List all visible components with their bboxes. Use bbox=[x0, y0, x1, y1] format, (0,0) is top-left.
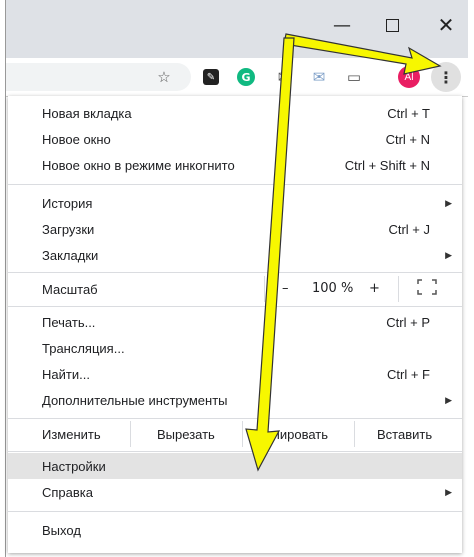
menu-shortcut: Ctrl + N bbox=[385, 131, 430, 147]
submenu-arrow-icon: ▶ bbox=[445, 197, 452, 208]
zoom-in-button[interactable]: + bbox=[369, 281, 380, 296]
chrome-main-menu: Новая вкладка Ctrl + T Новое окно Ctrl +… bbox=[8, 96, 462, 553]
edit-divider bbox=[242, 421, 243, 447]
menu-item-label: Закладки bbox=[42, 247, 99, 263]
menu-item-print[interactable]: Печать... Ctrl + P bbox=[8, 309, 462, 335]
title-bar: — ✕ bbox=[6, 0, 468, 58]
menu-shortcut: Ctrl + P bbox=[386, 314, 430, 330]
menu-shortcut: Ctrl + T bbox=[387, 105, 430, 121]
fullscreen-icon[interactable] bbox=[417, 279, 437, 295]
menu-item-zoom: Масштаб bbox=[8, 276, 462, 302]
menu-item-settings[interactable]: Настройки bbox=[8, 453, 462, 479]
divider bbox=[8, 418, 462, 419]
zoom-divider bbox=[398, 276, 399, 302]
zoom-divider bbox=[264, 276, 265, 302]
divider bbox=[8, 272, 462, 273]
menu-shortcut: Ctrl + Shift + N bbox=[344, 157, 430, 173]
menu-item-label: Трансляция... bbox=[42, 340, 125, 356]
menu-item-label: Масштаб bbox=[42, 281, 98, 297]
menu-item-find[interactable]: Найти... Ctrl + F bbox=[8, 361, 462, 387]
copy-button[interactable]: Копировать bbox=[258, 427, 328, 442]
menu-item-cast[interactable]: Трансляция... bbox=[8, 335, 462, 361]
menu-item-label: Настройки bbox=[42, 458, 106, 474]
menu-item-label: История bbox=[42, 195, 93, 211]
menu-item-more-tools[interactable]: Дополнительные инструменты ▶ bbox=[8, 387, 462, 413]
mail-icon[interactable]: ✉ bbox=[274, 67, 294, 87]
menu-item-label: Дополнительные инструменты bbox=[42, 392, 228, 408]
browser-toolbar: ☆ ✎ G ✉ ✉ ▭ Al ⋮ bbox=[6, 58, 468, 97]
maximize-button[interactable] bbox=[372, 10, 412, 40]
menu-item-incognito[interactable]: Новое окно в режиме инкогнито Ctrl + Shi… bbox=[8, 152, 462, 178]
menu-item-label: Изменить bbox=[42, 426, 101, 442]
menu-item-downloads[interactable]: Загрузки Ctrl + J bbox=[8, 216, 462, 242]
kebab-menu-icon[interactable]: ⋮ bbox=[431, 62, 461, 92]
submenu-arrow-icon: ▶ bbox=[445, 394, 452, 405]
menu-shortcut: Ctrl + F bbox=[387, 366, 430, 382]
minimize-button[interactable]: — bbox=[322, 10, 362, 40]
paste-button[interactable]: Вставить bbox=[377, 427, 432, 442]
menu-item-label: Новое окно bbox=[42, 131, 111, 147]
zoom-level: 100 % bbox=[312, 281, 354, 296]
avatar[interactable]: Al bbox=[398, 66, 420, 88]
menu-item-bookmarks[interactable]: Закладки ▶ bbox=[8, 242, 462, 268]
menu-item-label: Загрузки bbox=[42, 221, 95, 237]
grammarly-icon[interactable]: G bbox=[236, 67, 256, 87]
menu-item-label: Справка bbox=[42, 484, 93, 500]
edit-divider bbox=[130, 421, 131, 447]
menu-item-history[interactable]: История ▶ bbox=[8, 190, 462, 216]
divider bbox=[8, 451, 462, 452]
menu-item-new-window[interactable]: Новое окно Ctrl + N bbox=[8, 126, 462, 152]
edit-divider bbox=[354, 421, 355, 447]
divider bbox=[8, 184, 462, 185]
maximize-icon bbox=[385, 18, 399, 32]
submenu-arrow-icon: ▶ bbox=[445, 249, 452, 260]
address-bar[interactable]: ☆ bbox=[6, 63, 191, 91]
menu-shortcut: Ctrl + J bbox=[388, 221, 430, 237]
divider bbox=[8, 511, 462, 512]
star-icon[interactable]: ☆ bbox=[154, 67, 174, 87]
submenu-arrow-icon: ▶ bbox=[445, 486, 452, 497]
menu-item-help[interactable]: Справка ▶ bbox=[8, 479, 462, 505]
envelope-icon[interactable]: ✉ bbox=[309, 67, 329, 87]
menu-item-label: Печать... bbox=[42, 314, 96, 330]
menu-item-label: Выход bbox=[42, 522, 81, 538]
menu-item-exit[interactable]: Выход bbox=[8, 517, 462, 543]
reader-icon[interactable]: ▭ bbox=[344, 67, 364, 87]
extension-ink-icon[interactable]: ✎ bbox=[201, 67, 221, 87]
close-button[interactable]: ✕ bbox=[426, 10, 466, 40]
menu-item-label: Найти... bbox=[42, 366, 90, 382]
cut-button[interactable]: Вырезать bbox=[157, 427, 215, 442]
menu-item-new-tab[interactable]: Новая вкладка Ctrl + T bbox=[8, 100, 462, 126]
menu-item-label: Новое окно в режиме инкогнито bbox=[42, 157, 235, 173]
divider bbox=[8, 306, 462, 307]
zoom-out-button[interactable]: – bbox=[282, 281, 289, 296]
menu-item-label: Новая вкладка bbox=[42, 105, 132, 121]
